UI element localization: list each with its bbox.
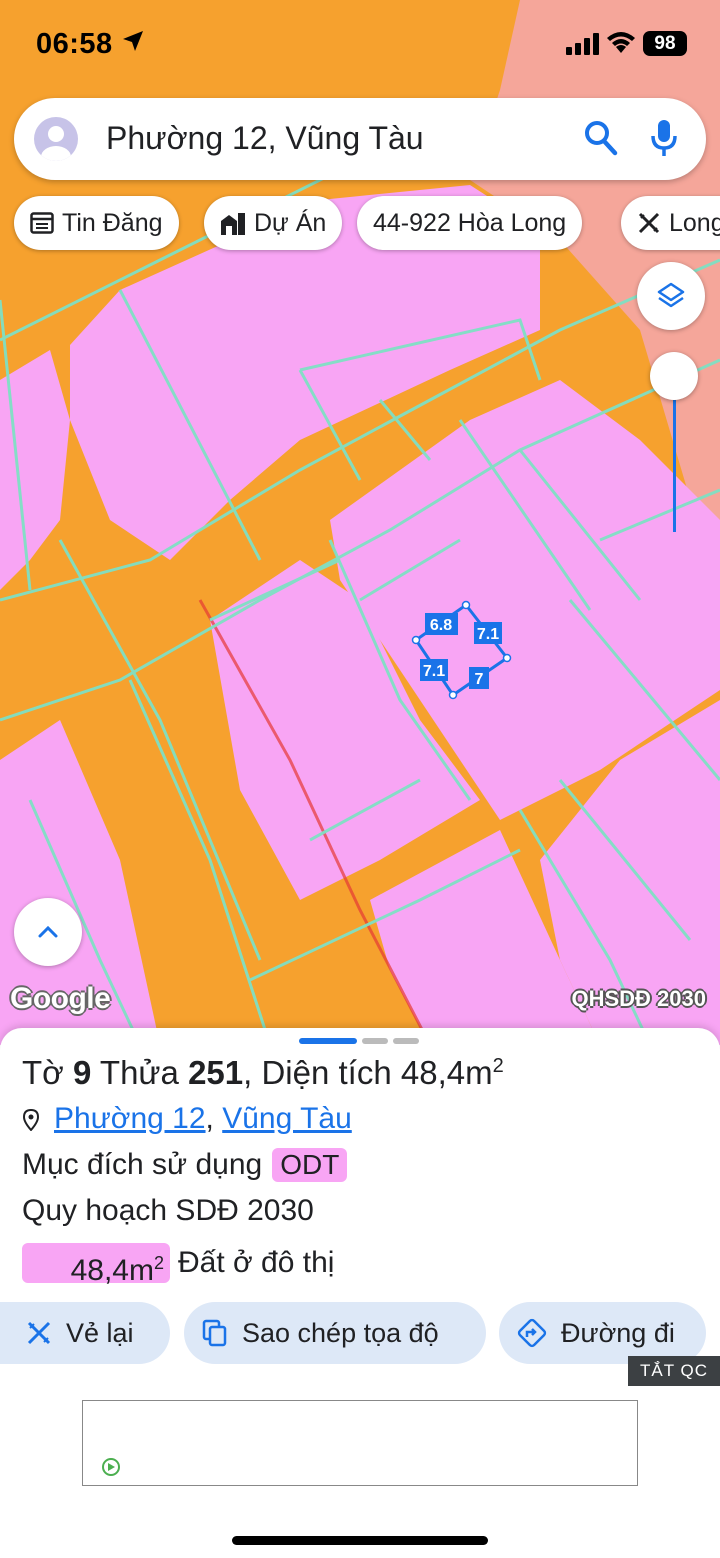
opacity-slider-track[interactable] [673, 400, 676, 532]
purpose-badge: ODT [272, 1148, 348, 1182]
home-indicator[interactable] [232, 1536, 488, 1545]
status-bar: 06:58 98 [0, 0, 720, 88]
copy-coords-button[interactable]: Sao chép tọa độ [184, 1302, 486, 1364]
search-input[interactable]: Phường 12, Vũng Tàu [106, 120, 424, 157]
action-buttons: Vẻ lại Sao chép tọa độ Đường đi [0, 1302, 720, 1366]
ad-banner[interactable] [82, 1400, 638, 1486]
chip-label: Tin Đăng [62, 208, 163, 237]
page-dot [362, 1038, 388, 1044]
calendar-list-icon [30, 212, 54, 234]
location-arrow-icon [123, 31, 143, 51]
page-dot [393, 1038, 419, 1044]
battery-indicator: 98 [643, 31, 687, 56]
ruler-pencil-icon [638, 212, 660, 234]
legend-swatch: 48,4m2 [22, 1243, 170, 1287]
microphone-icon[interactable] [650, 118, 678, 158]
ad-choices-icon[interactable] [101, 1457, 121, 1477]
legend-row: 48,4m2 Đất ở đô thị [22, 1242, 335, 1287]
map-view[interactable]: 6.8 7.1 7.1 7 06:58 98 Phường 12, Vũng T… [0, 0, 720, 1045]
ward-link[interactable]: Phường 12 [54, 1102, 206, 1135]
chevron-up-icon [38, 925, 58, 938]
edge-label-4: 7 [475, 671, 484, 688]
chip-label: Long [669, 208, 720, 237]
search-icon[interactable] [584, 120, 618, 156]
directions-button[interactable]: Đường đi [499, 1302, 706, 1364]
land-use-purpose: Mục đích sử dụng ODT [22, 1148, 348, 1182]
filter-chips: Tin Đăng Dự Án 44-922 Hòa Long Long [14, 196, 720, 250]
chip-label: 44-922 Hòa Long [373, 208, 567, 237]
chip-label: Dự Án [254, 208, 327, 237]
layers-button[interactable] [637, 262, 705, 330]
signal-icon [566, 33, 599, 55]
plan-label: Quy hoạch SDĐ 2030 [22, 1194, 314, 1227]
avatar[interactable] [34, 117, 78, 161]
directions-icon [517, 1318, 547, 1348]
opacity-slider-handle[interactable] [650, 352, 698, 400]
copy-icon [202, 1319, 227, 1347]
hide-ads-button[interactable]: TẮT QC [628, 1356, 720, 1386]
layers-icon [657, 282, 685, 308]
parcel-info-sheet[interactable]: Tờ 9 Thửa 251, Diện tích 48,4m2 Phường 1… [0, 1028, 720, 1558]
map-layer-tag: QHSDĐ 2030 [571, 986, 706, 1011]
redraw-button[interactable]: Vẻ lại [0, 1302, 170, 1364]
chip-tin-dang[interactable]: Tin Đăng [14, 196, 179, 250]
wifi-icon [607, 32, 635, 53]
user-icon [41, 126, 71, 161]
status-time: 06:58 [36, 28, 113, 60]
edge-label-2: 7.1 [477, 626, 499, 643]
legend-label: Đất ở đô thị [178, 1246, 335, 1279]
page-dot-active [299, 1038, 357, 1044]
edge-label-3: 7.1 [423, 663, 445, 680]
chip-hoa-long[interactable]: 44-922 Hòa Long [357, 196, 583, 250]
ruler-pencil-icon [27, 1321, 51, 1345]
google-logo: Google [10, 982, 111, 1015]
expand-up-button[interactable] [14, 898, 82, 966]
location-pin-icon [22, 1109, 40, 1132]
parcel-title: Tờ 9 Thửa 251, Diện tích 48,4m2 [22, 1054, 504, 1091]
location-line: Phường 12, Vũng Tàu [22, 1102, 352, 1136]
city-link[interactable]: Vũng Tàu [222, 1102, 352, 1135]
search-bar[interactable]: Phường 12, Vũng Tàu [14, 98, 706, 180]
buildings-icon [221, 213, 245, 235]
chip-long[interactable]: Long [621, 196, 720, 250]
edge-label-1: 6.8 [430, 617, 452, 634]
chip-du-an[interactable]: Dự Án [204, 196, 343, 250]
